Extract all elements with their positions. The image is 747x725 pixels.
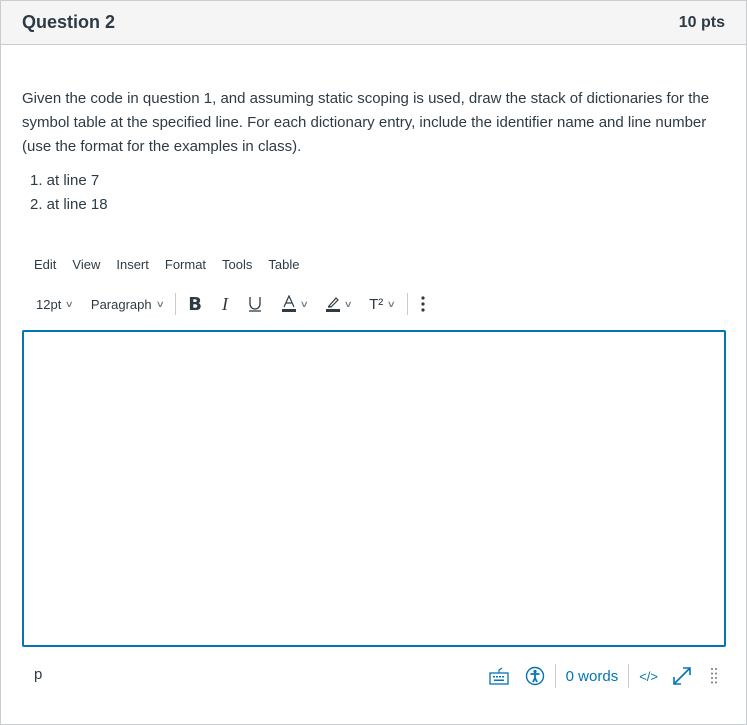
chevron-down-icon: ∨ <box>155 298 165 309</box>
more-options-button[interactable] <box>420 296 426 312</box>
keyboard-icon <box>489 667 509 685</box>
expand-icon <box>673 667 691 685</box>
superscript-icon: T² <box>369 295 384 313</box>
toolbar-divider <box>406 293 408 315</box>
highlight-color-button[interactable]: ∨ <box>325 295 352 313</box>
highlighter-icon <box>325 297 340 312</box>
menu-insert[interactable]: Insert <box>116 257 149 272</box>
menu-table[interactable]: Table <box>268 257 299 272</box>
editor-menubar: Edit View Insert Format Tools Table <box>34 257 315 272</box>
accessibility-icon <box>525 666 544 686</box>
italic-icon: I <box>221 293 228 314</box>
drag-handle-icon <box>711 668 717 684</box>
accessibility-checker-button[interactable] <box>525 666 545 686</box>
fullscreen-button[interactable] <box>672 666 692 686</box>
font-size-dropdown[interactable]: 12pt ∨ <box>36 296 75 312</box>
superscript-button[interactable]: T² ∨ <box>369 295 396 313</box>
statusbar-divider <box>628 664 630 688</box>
element-path[interactable]: p <box>34 666 42 683</box>
word-count[interactable]: 0 words <box>566 668 619 685</box>
editor-toolbar: 12pt ∨ Paragraph ∨ B I ∨ ∨ T² ∨ <box>36 291 426 317</box>
block-format-value: Paragraph <box>90 296 152 312</box>
rich-text-editor-area[interactable] <box>22 330 726 647</box>
italic-button[interactable]: I <box>222 294 228 315</box>
html-editor-toggle[interactable]: </> <box>639 669 658 684</box>
font-size-value: 12pt <box>36 296 62 312</box>
statusbar-actions: 0 words </> <box>489 661 718 691</box>
editor-statusbar: p 0 words </> <box>1 661 746 691</box>
question-list: 1. at line 7 2. at line 18 <box>30 169 108 217</box>
list-item: 2. at line 18 <box>30 196 108 213</box>
text-color-icon <box>281 295 296 312</box>
menu-format[interactable]: Format <box>165 257 206 272</box>
question-prompt: Given the code in question 1, and assumi… <box>22 90 710 155</box>
statusbar-divider <box>554 664 556 688</box>
bold-button[interactable]: B <box>188 294 202 315</box>
underline-icon <box>248 297 261 312</box>
menu-tools[interactable]: Tools <box>222 257 252 272</box>
keyboard-shortcuts-button[interactable] <box>489 667 509 685</box>
vertical-ellipsis-icon <box>421 296 425 312</box>
menu-edit[interactable]: Edit <box>34 257 56 272</box>
text-color-button[interactable]: ∨ <box>281 295 309 313</box>
bold-icon: B <box>188 293 202 315</box>
list-item: 1. at line 7 <box>30 172 100 189</box>
chevron-down-icon[interactable]: ∨ <box>387 299 396 310</box>
chevron-down-icon[interactable]: ∨ <box>343 299 352 310</box>
chevron-down-icon: ∨ <box>64 298 75 309</box>
menu-view[interactable]: View <box>72 257 100 272</box>
question-title: Question 2 <box>22 12 116 32</box>
toolbar-divider <box>175 293 177 315</box>
question-header: Question 2 10 pts <box>1 1 746 45</box>
chevron-down-icon[interactable]: ∨ <box>300 299 309 310</box>
resize-handle[interactable] <box>710 667 718 685</box>
block-format-dropdown[interactable]: Paragraph ∨ <box>90 296 165 312</box>
question-points: 10 pts <box>678 13 725 31</box>
question-card: Question 2 10 pts Given the code in ques… <box>0 0 747 725</box>
underline-button[interactable] <box>248 295 262 313</box>
